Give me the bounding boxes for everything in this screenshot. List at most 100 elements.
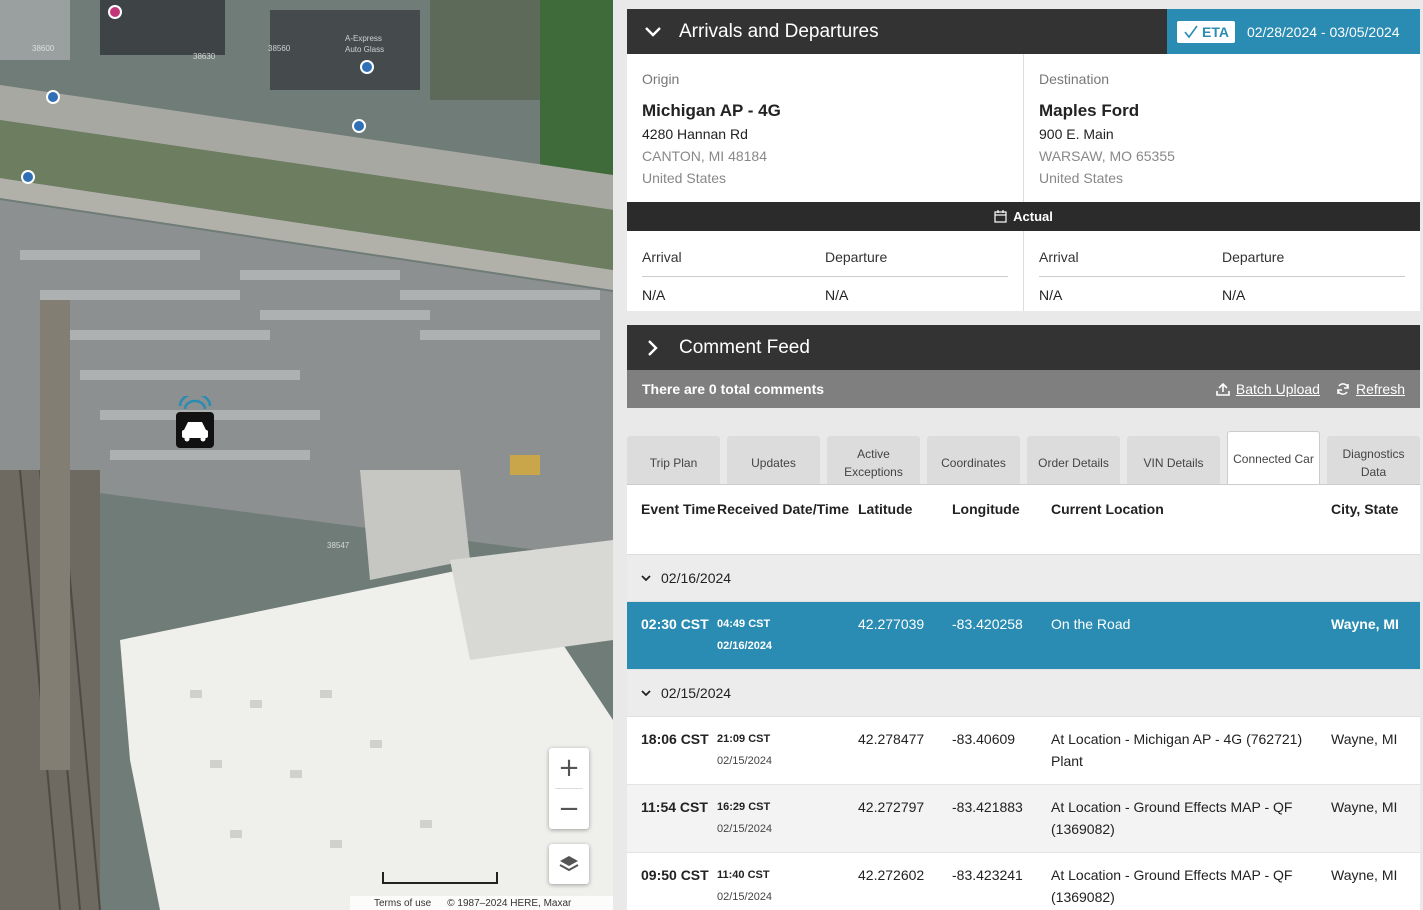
destination-city: WARSAW, MO 65355 — [1039, 148, 1175, 164]
date-group-header[interactable]: 02/16/2024 — [627, 555, 1420, 602]
col-location[interactable]: Current Location — [1051, 498, 1331, 554]
refresh-icon — [1337, 383, 1349, 395]
city-state: Wayne, MI — [1331, 799, 1398, 815]
bus-stop-icon[interactable] — [46, 90, 60, 104]
shipment-panel: Arrivals and Departures ETA 02/28/2024 -… — [613, 0, 1423, 910]
tab-trip-plan[interactable]: Trip Plan — [627, 436, 720, 489]
arrivals-header[interactable]: Arrivals and Departures ETA 02/28/2024 -… — [627, 9, 1420, 54]
destination-street: 900 E. Main — [1039, 126, 1114, 142]
map-view[interactable]: 38600 38630 38560 A-Express Auto Glass 3… — [0, 0, 613, 910]
current-location: At Location - Ground Effects MAP - QF (1… — [1051, 867, 1293, 905]
chevron-down-icon[interactable] — [627, 26, 679, 38]
city-state: Wayne, MI — [1331, 867, 1398, 883]
received-tz: CST — [748, 733, 771, 745]
col-city[interactable]: City, State — [1331, 498, 1420, 554]
event-time: 02:30 CST — [641, 616, 709, 632]
table-row[interactable]: 18:06 CST 21:09 CST 02/15/2024 42.278477… — [627, 717, 1420, 785]
origin-address: Origin Michigan AP - 4G 4280 Hannan Rd C… — [627, 54, 1023, 202]
actual-label: Actual — [1013, 209, 1053, 224]
departure-value: N/A — [1222, 286, 1246, 303]
terms-link[interactable]: Terms of use — [374, 898, 431, 909]
group-date: 02/15/2024 — [661, 685, 732, 701]
current-location: On the Road — [1051, 616, 1131, 632]
table-header: Event Time Received Date/Time Latitude L… — [627, 485, 1420, 555]
received-cell: 04:49 CST 02/16/2024 — [717, 613, 858, 669]
map-label: 38547 — [327, 541, 350, 550]
section-title: Comment Feed — [679, 336, 810, 358]
chevron-down-icon — [641, 574, 651, 581]
calendar-icon — [994, 210, 1007, 223]
tab-vin-details[interactable]: VIN Details — [1127, 436, 1220, 489]
received-date: 02/15/2024 — [717, 891, 773, 903]
origin-name: Michigan AP - 4G — [642, 101, 781, 120]
group-date: 02/16/2024 — [661, 570, 732, 586]
tab-updates[interactable]: Updates — [727, 436, 820, 489]
detail-tabs: Trip Plan Updates Active Exceptions Coor… — [627, 431, 1420, 489]
col-event-time[interactable]: Event Time — [627, 498, 717, 554]
layers-button[interactable] — [549, 844, 589, 884]
col-latitude[interactable]: Latitude — [858, 498, 952, 554]
eta-band: ETA 02/28/2024 - 03/05/2024 — [1167, 9, 1420, 54]
bus-stop-icon[interactable] — [352, 119, 366, 133]
times-row: Arrival Departure N/A N/A Arrival Depart… — [627, 231, 1420, 311]
latitude: 42.272602 — [858, 867, 925, 883]
table-row[interactable]: 09:50 CST 11:40 CST 02/15/2024 42.272602… — [627, 853, 1420, 910]
departure-header: Departure — [1222, 249, 1405, 277]
chevron-down-icon — [641, 689, 651, 696]
received-time: 21:09 — [717, 733, 746, 745]
col-received[interactable]: Received Date/Time — [717, 498, 858, 554]
scale-label: 200 ft — [506, 874, 532, 885]
bus-stop-icon[interactable] — [360, 60, 374, 74]
zoom-control: + − — [549, 748, 589, 829]
upload-icon — [1216, 382, 1230, 396]
origin-label: Origin — [642, 71, 680, 87]
tab-order-details[interactable]: Order Details — [1027, 436, 1120, 489]
refresh-label: Refresh — [1355, 381, 1405, 397]
address-row: Origin Michigan AP - 4G 4280 Hannan Rd C… — [627, 54, 1420, 202]
zoom-out-button[interactable]: − — [549, 789, 589, 829]
current-location: At Location - Ground Effects MAP - QF (1… — [1051, 799, 1293, 837]
received-time: 04:49 — [717, 618, 746, 630]
departure-header: Departure — [825, 249, 1008, 277]
refresh-link[interactable]: Refresh — [1336, 381, 1405, 397]
zoom-in-button[interactable]: + — [549, 748, 589, 788]
batch-upload-label: Batch Upload — [1235, 381, 1320, 397]
tab-diagnostics-data[interactable]: Diagnostics Data — [1327, 436, 1420, 489]
longitude: -83.40609 — [952, 731, 1016, 747]
destination-times: Arrival Departure N/A N/A — [1023, 231, 1420, 311]
comment-feed-header[interactable]: Comment Feed — [627, 325, 1420, 370]
col-longitude[interactable]: Longitude — [952, 498, 1051, 554]
received-cell: 16:29 CST 02/15/2024 — [717, 796, 858, 852]
map-label: A-Express — [345, 34, 382, 43]
latitude: 42.278477 — [858, 731, 925, 747]
bus-stop-icon[interactable] — [21, 170, 35, 184]
received-tz: CST — [748, 801, 771, 813]
received-date: 02/16/2024 — [717, 640, 773, 652]
map-label: Auto Glass — [345, 45, 385, 54]
map-label: 38600 — [32, 44, 55, 53]
event-time: 11:54 CST — [641, 799, 708, 815]
received-time: 16:29 — [717, 801, 746, 813]
tab-coordinates[interactable]: Coordinates — [927, 436, 1020, 489]
origin-country: United States — [642, 170, 727, 186]
received-tz: CST — [747, 869, 770, 881]
arrival-value: N/A — [1039, 286, 1063, 303]
arrival-header: Arrival — [1039, 249, 1222, 277]
satellite-imagery — [0, 0, 613, 910]
batch-upload-link[interactable]: Batch Upload — [1216, 381, 1320, 397]
table-row[interactable]: 11:54 CST 16:29 CST 02/15/2024 42.272797… — [627, 785, 1420, 853]
eta-check-icon — [1184, 25, 1198, 38]
comment-summary-bar: There are 0 total comments Batch Upload … — [627, 370, 1420, 408]
eta-label: ETA — [1202, 23, 1229, 40]
date-group-header[interactable]: 02/15/2024 — [627, 670, 1420, 717]
tab-connected-car[interactable]: Connected Car — [1227, 431, 1320, 485]
table-row[interactable]: 02:30 CST 04:49 CST 02/16/2024 42.277039… — [627, 602, 1420, 670]
latitude: 42.272797 — [858, 799, 925, 815]
arrival-header: Arrival — [642, 249, 825, 277]
destination-label: Destination — [1039, 71, 1110, 87]
latitude: 42.277039 — [858, 616, 925, 632]
vehicle-marker-icon[interactable] — [174, 392, 216, 450]
tab-active-exceptions[interactable]: Active Exceptions — [827, 436, 920, 489]
shopping-poi-icon[interactable] — [108, 5, 122, 19]
chevron-right-icon[interactable] — [627, 339, 679, 357]
